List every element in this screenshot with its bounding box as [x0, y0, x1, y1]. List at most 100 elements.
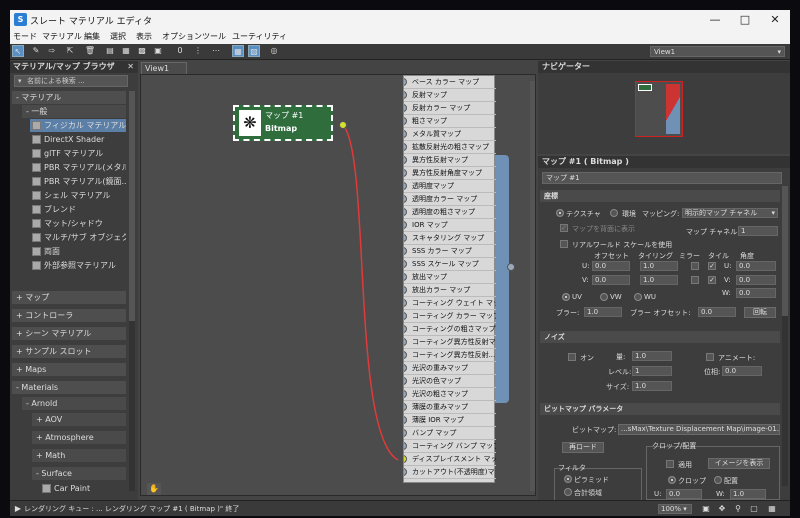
v-offset-field[interactable]: 0.0 — [592, 275, 630, 285]
input-socket[interactable] — [404, 130, 407, 138]
w-angle-field[interactable]: 0.0 — [736, 288, 776, 298]
category-general[interactable]: - 一般 — [22, 105, 126, 118]
zoom-region-icon[interactable]: ▢ — [748, 503, 760, 515]
noise-size-field[interactable]: 1.0 — [632, 381, 672, 391]
category-maps-en[interactable]: + Maps — [12, 363, 126, 376]
category-materials-en[interactable]: - Materials — [12, 381, 126, 394]
view-image-button[interactable]: イメージを表示 — [708, 458, 770, 469]
input-socket[interactable] — [404, 338, 407, 346]
node-view[interactable]: ❋ マップ #1 Bitmap ベース カラー マップ 反射マップ 反射カラー マッ… — [140, 74, 536, 496]
uv-radio[interactable] — [562, 293, 570, 301]
menu-tools[interactable]: ツール — [202, 31, 226, 42]
apply-checkbox[interactable] — [666, 460, 674, 468]
input-socket[interactable] — [404, 468, 407, 476]
input-socket[interactable] — [404, 377, 407, 385]
material-slot[interactable]: 反射マップ — [404, 89, 496, 102]
summed-area-radio[interactable] — [564, 488, 572, 496]
vw-radio[interactable] — [600, 293, 608, 301]
material-slot[interactable]: 放出マップ — [404, 271, 496, 284]
input-socket[interactable] — [404, 78, 407, 86]
rotate-button[interactable]: 回転 — [744, 307, 776, 318]
category-maps[interactable]: + マップ — [12, 291, 126, 304]
blur-offset-field[interactable]: 0.0 — [698, 307, 736, 317]
input-socket[interactable] — [404, 169, 407, 177]
list-item[interactable]: Car Paint — [40, 482, 126, 495]
menu-utilities[interactable]: ユーティリティ — [232, 31, 287, 42]
material-slot[interactable]: コーティング カラー マップ — [404, 310, 496, 323]
layout-all-icon[interactable]: ⋮ — [192, 45, 204, 57]
input-socket[interactable] — [404, 143, 407, 151]
zoom-view-icon[interactable]: ⚲ — [732, 503, 744, 515]
material-slot[interactable]: 透明度カラー マップ — [404, 193, 496, 206]
list-item[interactable]: シェル マテリアル — [30, 189, 126, 202]
layout-children-icon[interactable]: ⋯ — [210, 45, 222, 57]
noise-amount-field[interactable]: 1.0 — [632, 351, 672, 361]
show-map-on-back-checkbox[interactable]: ✓ — [560, 224, 568, 232]
u-tiling-field[interactable]: 1.0 — [640, 261, 678, 271]
input-socket[interactable] — [404, 91, 407, 99]
crop-radio[interactable] — [668, 476, 676, 484]
input-socket[interactable] — [404, 234, 407, 242]
material-slot[interactable]: 透明度の粗さマップ — [404, 206, 496, 219]
input-socket[interactable] — [404, 364, 407, 372]
list-item[interactable]: マット/シャドウ — [30, 217, 126, 230]
material-slot[interactable]: 粗さマップ — [404, 115, 496, 128]
material-slot[interactable]: 光沢の重みマップ — [404, 362, 496, 375]
material-slot[interactable]: 異方性反射角度マップ — [404, 167, 496, 180]
input-socket[interactable] — [404, 390, 407, 398]
u-offset-field[interactable]: 0.0 — [592, 261, 630, 271]
section-coordinates[interactable]: 座標 — [540, 190, 780, 202]
reload-button[interactable]: 再ロード — [562, 442, 604, 453]
list-item[interactable]: glTF マテリアル — [30, 147, 126, 160]
material-id-icon[interactable]: 0 — [174, 45, 186, 57]
list-item[interactable]: 両面 — [30, 245, 126, 258]
input-socket[interactable] — [404, 260, 407, 268]
input-socket[interactable] — [404, 299, 407, 307]
section-noise[interactable]: ノイズ — [540, 331, 780, 343]
input-socket[interactable] — [404, 416, 407, 424]
assign-material-icon[interactable]: ⇨ — [46, 45, 58, 57]
category-sample-slots[interactable]: + サンプル スロット — [12, 345, 126, 358]
scrollbar-thumb[interactable] — [129, 91, 135, 321]
fit-view-icon[interactable]: ▣ — [700, 503, 712, 515]
pan-icon[interactable]: ✋ — [147, 483, 161, 495]
pan-view-icon[interactable]: ✥ — [716, 503, 728, 515]
parameter-scrollbar[interactable] — [782, 186, 788, 486]
input-socket[interactable] — [404, 429, 407, 437]
section-bitmap-params[interactable]: ビットマップ パラメータ — [540, 403, 780, 415]
map-channel-field[interactable]: 1 — [738, 226, 778, 236]
material-slot[interactable]: コーティングの粗さマップ — [404, 323, 496, 336]
u-tile-checkbox[interactable]: ✓ — [708, 262, 716, 270]
material-slot[interactable]: 光沢の粗さマップ — [404, 388, 496, 401]
place-radio[interactable] — [714, 476, 722, 484]
output-socket[interactable] — [339, 121, 347, 129]
input-socket[interactable] — [404, 312, 407, 320]
category-surface[interactable]: - Surface — [32, 467, 126, 480]
material-slot[interactable]: 拡散反射光の粗さマップ — [404, 141, 496, 154]
crop-u-field[interactable]: 0.0 — [666, 489, 702, 499]
pyramid-radio[interactable] — [564, 475, 572, 483]
maximize-button[interactable]: □ — [730, 10, 760, 30]
view-scrollbar[interactable] — [530, 81, 535, 491]
category-scene-materials[interactable]: + シーン マテリアル — [12, 327, 126, 340]
input-socket[interactable] — [404, 442, 407, 450]
material-output-socket[interactable] — [507, 263, 515, 271]
view-selector[interactable]: View1 ▾ — [650, 46, 785, 57]
material-slot[interactable]: カットアウト(不透明度)マップ — [404, 466, 496, 479]
category-aov[interactable]: + AOV — [32, 413, 126, 426]
list-item[interactable]: PBR マテリアル(鏡面... — [30, 175, 126, 188]
input-socket[interactable] — [404, 117, 407, 125]
noise-on-checkbox[interactable] — [568, 353, 576, 361]
select-tool-icon[interactable]: ↖ — [12, 45, 24, 57]
material-slot[interactable]: 薄膜の重みマップ — [404, 401, 496, 414]
scrollbar-thumb[interactable] — [782, 186, 788, 316]
material-slot[interactable]: 透明度マップ — [404, 180, 496, 193]
v-tiling-field[interactable]: 1.0 — [640, 275, 678, 285]
map-name-field[interactable]: マップ #1 — [542, 172, 782, 184]
input-socket[interactable] — [404, 247, 407, 255]
input-socket[interactable] — [404, 104, 407, 112]
material-slot[interactable]: 薄膜 IOR マップ — [404, 414, 496, 427]
list-item[interactable]: DirectX Shader — [30, 133, 126, 146]
noise-phase-field[interactable]: 0.0 — [722, 366, 762, 376]
bitmap-path-button[interactable]: ...sMax\Texture Displacement Map\image-0… — [618, 424, 780, 435]
